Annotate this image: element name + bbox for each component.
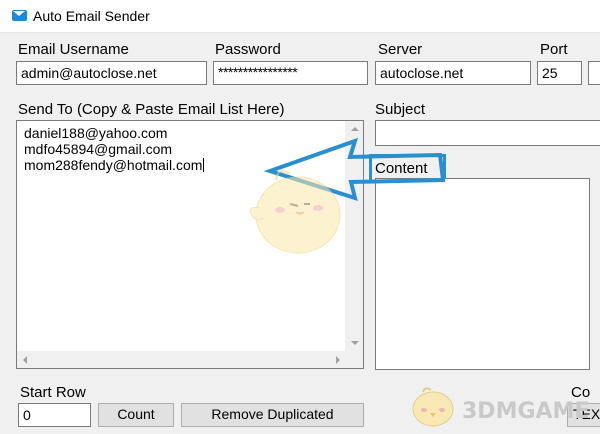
watermark-logo-text: 3DMGAME xyxy=(462,399,590,424)
logo-mascot-icon xyxy=(412,387,454,427)
mascot-watermark-icon xyxy=(249,170,341,254)
app-window: Auto Email Sender Email Username Passwor… xyxy=(0,0,600,434)
